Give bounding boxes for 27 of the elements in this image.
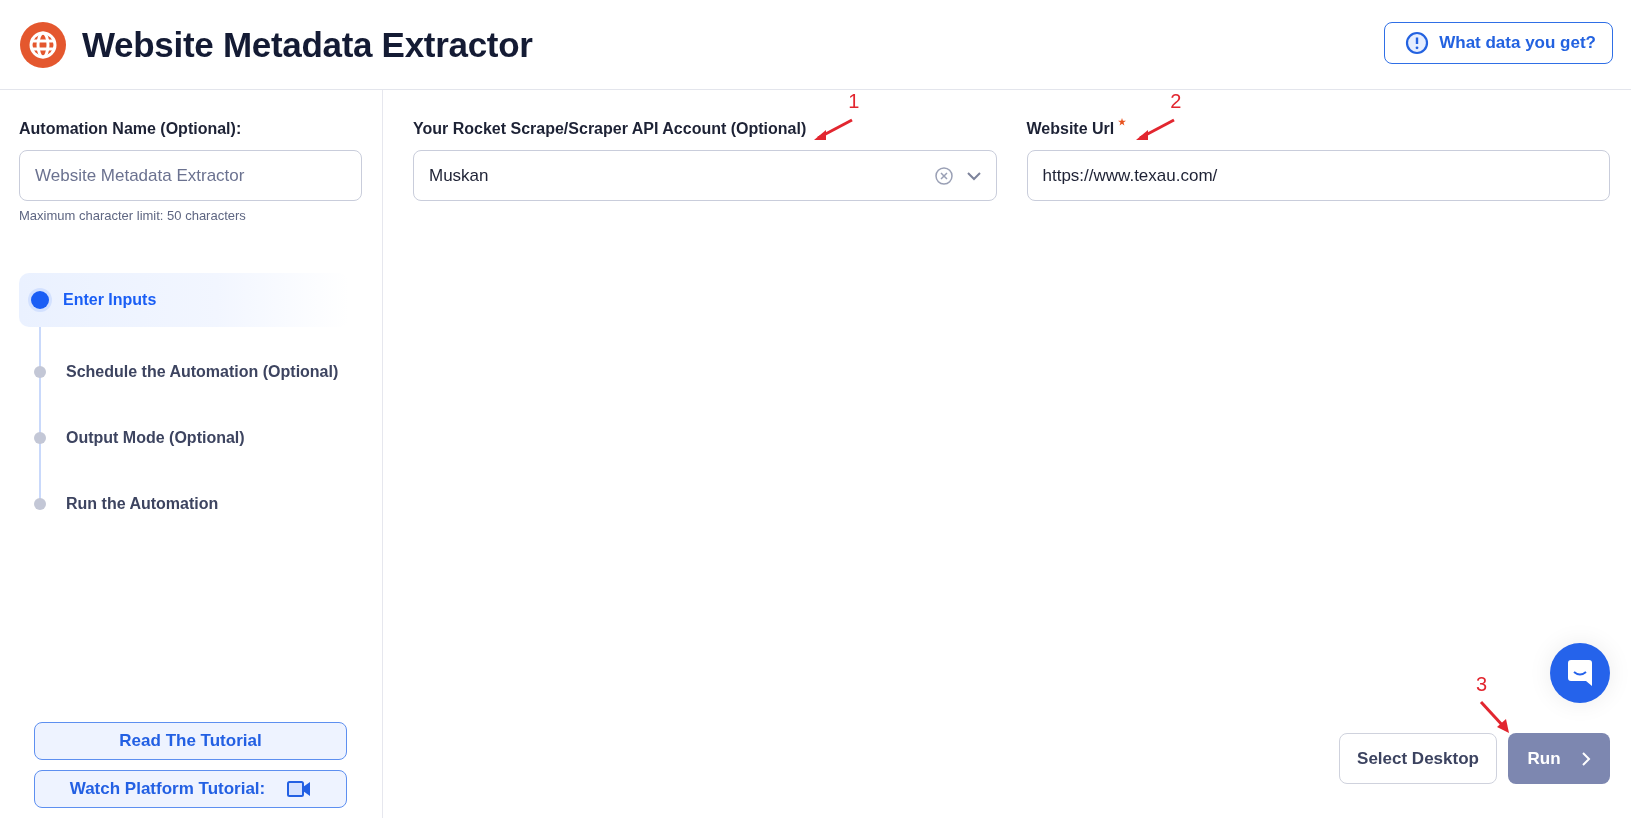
chat-button[interactable]	[1550, 643, 1610, 703]
field-hint: Maximum character limit: 50 characters	[19, 208, 247, 223]
step-item[interactable]: Run the Automation	[19, 471, 362, 537]
chevron-right-icon	[1580, 750, 1591, 767]
page-title: Website Metadata Extractor	[82, 24, 534, 65]
annotation-number: 3	[1476, 673, 1488, 696]
annotation-number: 2	[1170, 90, 1182, 113]
annotation-number: 1	[848, 90, 860, 113]
video-camera-icon	[287, 781, 312, 797]
help-button[interactable]: What data you get?	[1384, 21, 1613, 64]
automation-name-field[interactable]: Website Metadata Extractor	[19, 150, 362, 201]
info-icon	[1405, 30, 1430, 55]
select-desktop-button[interactable]: Select Desktop	[1339, 733, 1497, 784]
account-select[interactable]: Muskan	[413, 150, 997, 201]
annotation-arrow	[1478, 699, 1512, 735]
chat-icon	[1567, 659, 1593, 687]
step-item[interactable]: Schedule the Automation (Optional)	[19, 339, 362, 405]
field-label: Your Rocket Scrape/Scraper API Account (Optional)	[413, 120, 807, 138]
clear-icon	[933, 165, 954, 186]
field-label: Automation Name (Optional):	[19, 120, 243, 138]
chevron-down-icon	[965, 170, 982, 181]
globe-icon	[20, 21, 66, 68]
step-item[interactable]: Output Mode (Optional)	[19, 405, 362, 471]
field-label: Website Url	[1026, 120, 1115, 138]
url-field[interactable]: https://www.texau.com/	[1026, 150, 1610, 201]
tutorial-button[interactable]: Watch Platform Tutorial:	[34, 770, 347, 808]
tutorial-button[interactable]: Read The Tutorial	[34, 722, 347, 760]
